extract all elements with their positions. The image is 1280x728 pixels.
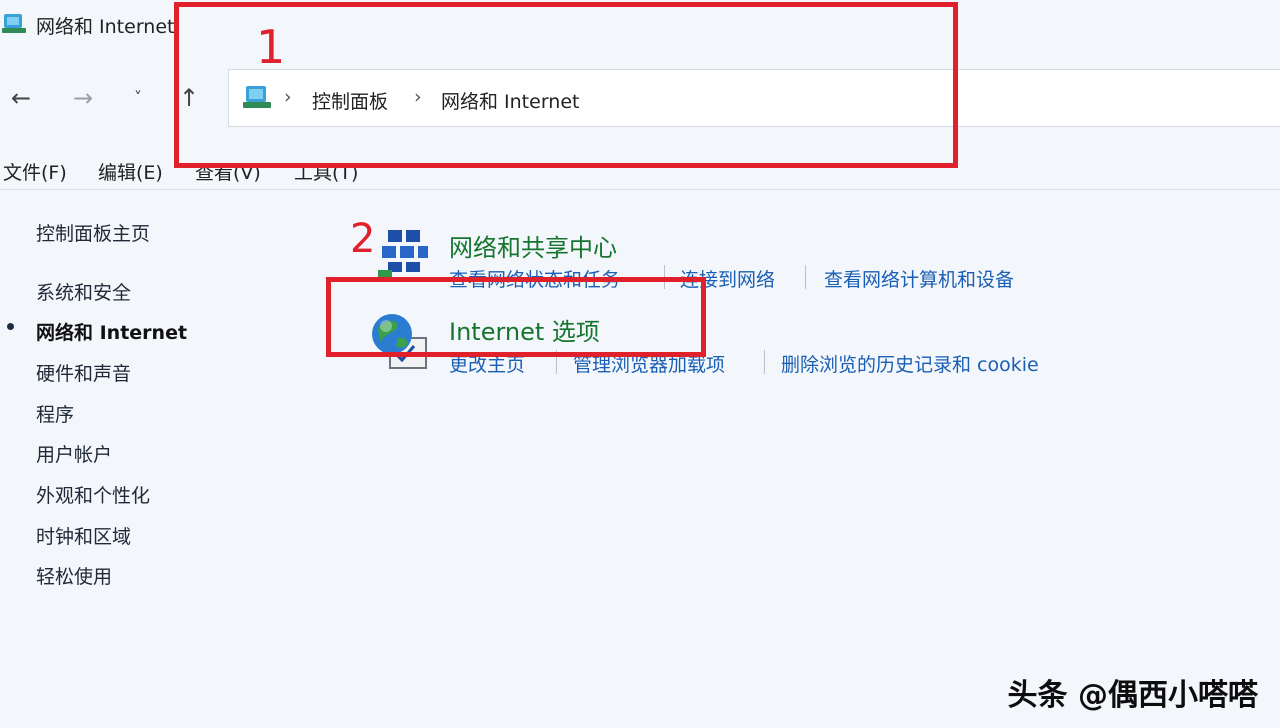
network-sharing-icon <box>378 230 428 278</box>
menu-edit[interactable]: 编辑(E) <box>98 158 163 185</box>
link-divider <box>764 350 765 374</box>
sidebar-item-network[interactable]: 网络和 Internet <box>36 318 187 345</box>
window-title: 网络和 Internet <box>36 16 175 38</box>
sidebar-item-accounts[interactable]: 用户帐户 <box>36 440 112 467</box>
link-divider <box>805 265 806 289</box>
menu-divider <box>0 189 1280 190</box>
control-panel-icon <box>2 14 26 33</box>
annotation-number-2: 2 <box>350 216 376 262</box>
link-delete-history[interactable]: 删除浏览的历史记录和 cookie <box>781 350 1039 377</box>
menu-file[interactable]: 文件(F) <box>3 158 67 185</box>
sidebar-item-security[interactable]: 系统和安全 <box>36 278 131 305</box>
sidebar-home[interactable]: 控制面板主页 <box>36 219 150 246</box>
sidebar-item-ease[interactable]: 轻松使用 <box>36 562 112 589</box>
sidebar-item-hardware[interactable]: 硬件和声音 <box>36 359 131 386</box>
back-button[interactable]: ← <box>6 84 36 112</box>
sidebar-item-programs[interactable]: 程序 <box>36 400 74 427</box>
recent-locations-button[interactable]: ˅ <box>123 84 153 112</box>
active-indicator <box>7 323 14 330</box>
sidebar-item-clock[interactable]: 时钟和区域 <box>36 522 131 549</box>
annotation-box-2 <box>326 277 706 357</box>
watermark: 头条 @偶西小嗒嗒 <box>1007 678 1258 713</box>
sidebar-item-appearance[interactable]: 外观和个性化 <box>36 481 150 508</box>
link-view-network-computers[interactable]: 查看网络计算机和设备 <box>824 265 1014 292</box>
network-sharing-center-title[interactable]: 网络和共享中心 <box>449 228 617 263</box>
forward-button[interactable]: → <box>68 84 98 112</box>
annotation-box-1 <box>174 2 958 168</box>
annotation-number-1: 1 <box>256 20 286 74</box>
